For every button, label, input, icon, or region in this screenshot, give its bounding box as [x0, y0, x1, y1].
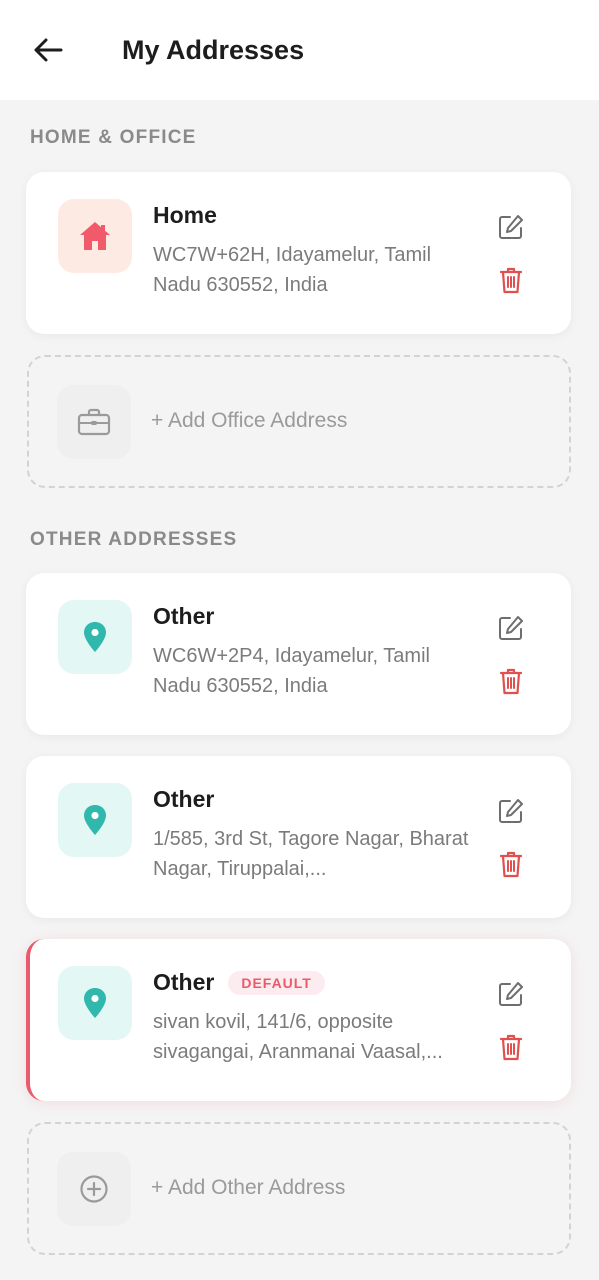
trash-icon: [499, 267, 523, 294]
edit-button[interactable]: [496, 212, 526, 242]
pin-icon-tile: [58, 966, 132, 1040]
briefcase-icon: [77, 408, 111, 436]
delete-button[interactable]: [496, 1032, 526, 1062]
address-title: Other: [153, 786, 215, 812]
trash-icon: [499, 1034, 523, 1061]
edit-button[interactable]: [496, 613, 526, 643]
address-card-home[interactable]: Home WC7W+62H, Idayamelur, Tamil Nadu 63…: [26, 172, 571, 334]
edit-icon: [499, 215, 523, 239]
add-other-address-button[interactable]: + Add Other Address: [27, 1122, 571, 1255]
home-icon-tile: [58, 199, 132, 273]
location-pin-icon: [84, 622, 106, 652]
address-card-other-2[interactable]: Other 1/585, 3rd St, Tagore Nagar, Bhara…: [26, 756, 571, 918]
edit-icon: [499, 799, 523, 823]
edit-button[interactable]: [496, 796, 526, 826]
add-other-label: + Add Other Address: [151, 1176, 346, 1199]
section-label-other-addresses: OTHER ADDRESSES: [30, 529, 238, 550]
address-card-other-1[interactable]: Other WC6W+2P4, Idayamelur, Tamil Nadu 6…: [26, 573, 571, 735]
address-title: Other: [153, 603, 215, 629]
address-text: 1/585, 3rd St, Tagore Nagar, Bharat Naga…: [153, 828, 469, 880]
plus-circle-icon-tile: [57, 1152, 131, 1226]
add-office-address-button[interactable]: + Add Office Address: [27, 355, 571, 488]
location-pin-icon: [84, 988, 106, 1018]
location-pin-icon: [84, 805, 106, 835]
delete-button[interactable]: [496, 666, 526, 696]
address-title: Home: [153, 202, 217, 228]
delete-button[interactable]: [496, 265, 526, 295]
address-card-other-3-default[interactable]: Other DEFAULT sivan kovil, 141/6, opposi…: [26, 939, 571, 1101]
address-title: Other: [153, 969, 215, 995]
home-icon: [80, 222, 110, 250]
default-badge: DEFAULT: [228, 970, 325, 995]
briefcase-icon-tile: [57, 385, 131, 459]
edit-button[interactable]: [496, 979, 526, 1009]
add-office-label: + Add Office Address: [151, 409, 348, 432]
trash-icon: [499, 668, 523, 695]
arrow-left-icon: [34, 38, 63, 62]
plus-circle-icon: [80, 1175, 108, 1203]
pin-icon-tile: [58, 600, 132, 674]
pin-icon-tile: [58, 783, 132, 857]
address-text: WC6W+2P4, Idayamelur, Tamil Nadu 630552,…: [153, 645, 430, 697]
trash-icon: [499, 851, 523, 878]
section-label-home-office: HOME & OFFICE: [30, 127, 197, 148]
address-text: sivan kovil, 141/6, opposite sivagangai,…: [153, 1011, 443, 1063]
edit-icon: [499, 616, 523, 640]
page-title: My Addresses: [122, 34, 305, 65]
edit-icon: [499, 982, 523, 1006]
delete-button[interactable]: [496, 849, 526, 879]
back-button[interactable]: [30, 32, 66, 68]
address-text: WC7W+62H, Idayamelur, Tamil Nadu 630552,…: [153, 244, 432, 296]
app-header: My Addresses: [0, 0, 599, 100]
